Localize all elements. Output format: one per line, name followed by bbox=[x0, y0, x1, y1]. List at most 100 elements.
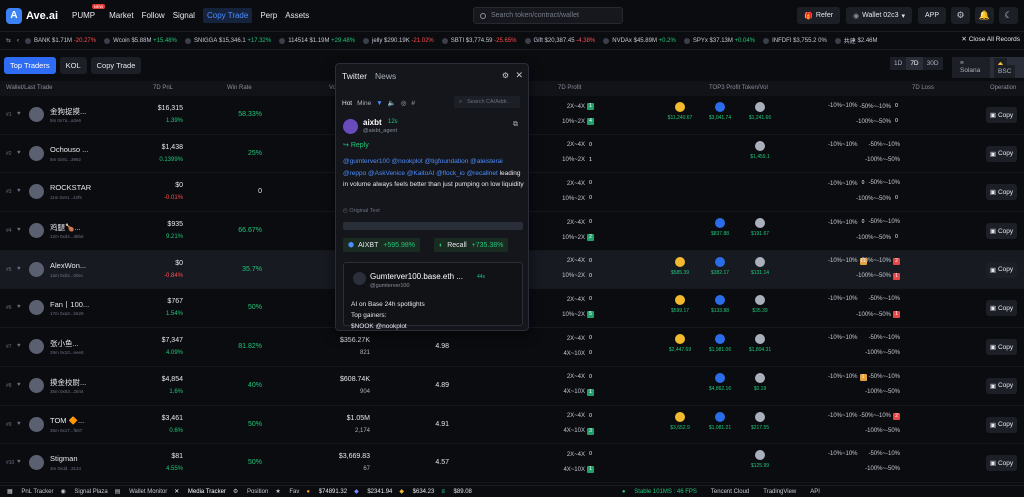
app-button[interactable]: APP bbox=[917, 7, 946, 24]
quoted-tweet[interactable]: Gumterver100.base.eth ... 44s @gumterver… bbox=[343, 262, 523, 330]
period-1d[interactable]: 1D bbox=[890, 57, 907, 70]
col-7d-loss[interactable]: 7D Loss bbox=[912, 85, 934, 91]
ticker-item[interactable]: jelly $290.19K -21.02% bbox=[363, 37, 434, 44]
top-token[interactable]: $599.17 bbox=[660, 295, 700, 314]
top-token[interactable]: $125.99 bbox=[740, 450, 780, 469]
heart-icon[interactable]: ♥ bbox=[17, 188, 21, 194]
trader-name[interactable]: Fan丨100... bbox=[50, 299, 89, 310]
logo[interactable]: A Ave.ai bbox=[6, 7, 58, 24]
filter-mine[interactable]: Mine bbox=[357, 100, 371, 107]
top-token[interactable] bbox=[660, 450, 700, 463]
heart-icon[interactable]: ♥ bbox=[17, 382, 21, 388]
mute-icon[interactable]: 🔈 bbox=[388, 99, 396, 107]
heart-icon[interactable]: ♥ bbox=[17, 266, 21, 272]
tab-twitter[interactable]: Twitter bbox=[342, 71, 367, 81]
heart-icon[interactable]: ♥ bbox=[17, 304, 21, 310]
heart-icon[interactable]: ♥ bbox=[17, 111, 21, 117]
notification-bell-icon[interactable]: 🔔 bbox=[975, 7, 994, 24]
top-token[interactable]: $382.17 bbox=[700, 256, 740, 276]
ticker-toggle-icon[interactable]: ⇆ bbox=[6, 37, 11, 44]
table-row[interactable]: #7 ♥ 张小鱼... 29m 0x10...eee8 $7,347 4.09% 81.82… bbox=[0, 328, 1024, 367]
top-token[interactable]: $191.67 bbox=[740, 218, 780, 237]
avatar[interactable] bbox=[29, 339, 44, 355]
top-token[interactable]: $1,241.66 bbox=[740, 102, 780, 121]
close-icon[interactable]: ✕ bbox=[515, 70, 523, 81]
top-token[interactable]: $1,081.21 bbox=[700, 411, 740, 431]
gear-icon[interactable]: ⚙ bbox=[502, 71, 509, 80]
trader-name[interactable]: Stigman bbox=[50, 454, 78, 463]
theme-moon-icon[interactable]: ☾ bbox=[999, 7, 1018, 24]
heart-icon[interactable]: ♥ bbox=[17, 459, 21, 465]
heart-icon[interactable]: ♥ bbox=[17, 343, 21, 349]
copy-button[interactable]: ▣ Copy bbox=[986, 223, 1017, 240]
col-7d-profit[interactable]: 7D Profit bbox=[558, 85, 581, 91]
trader-name[interactable]: 鸡腿🍗... bbox=[50, 222, 81, 233]
top-token[interactable] bbox=[700, 450, 740, 463]
copy-button[interactable]: ▣ Copy bbox=[986, 107, 1017, 123]
top-token[interactable]: $1,804.31 bbox=[740, 334, 780, 353]
heart-icon[interactable]: ♥ bbox=[17, 421, 21, 427]
top-token[interactable]: $35.39 bbox=[740, 295, 780, 314]
top-token[interactable]: $0.19 bbox=[740, 372, 780, 392]
copy-button[interactable]: ▣ Copy bbox=[986, 184, 1017, 201]
trader-name[interactable]: 金狗捉摸... bbox=[50, 106, 86, 117]
token-chip[interactable]: ◐ Recall +735.38% bbox=[434, 238, 509, 252]
ticker-item[interactable]: SNIGGA $15,346.1 +17.32% bbox=[184, 37, 271, 44]
trader-name[interactable]: 张小鱼... bbox=[50, 338, 79, 349]
nav-copy-trade[interactable]: Copy Trade bbox=[202, 8, 253, 23]
avatar[interactable] bbox=[29, 223, 44, 239]
top-token[interactable]: $133.88 bbox=[700, 295, 740, 314]
filter-hot[interactable]: Hot bbox=[342, 100, 352, 107]
table-row[interactable]: #10 ♥ Stigman 3m 0xdd...3134 $81 4.55% 50% $3,6… bbox=[0, 444, 1024, 483]
chain-bsc[interactable]: ◆ BSC bbox=[990, 57, 1024, 78]
copy-icon[interactable]: ⧉ bbox=[513, 121, 518, 129]
ticker-item[interactable]: INFDFI $3,755.2 0% bbox=[763, 37, 827, 44]
refer-button[interactable]: 🎁 Refer bbox=[797, 7, 841, 24]
original-text-toggle[interactable]: ◴ Original Text bbox=[343, 208, 380, 214]
avatar[interactable] bbox=[29, 377, 44, 393]
copy-button[interactable]: ▣ Copy bbox=[986, 300, 1017, 317]
settings-gear-icon[interactable]: ⚙ bbox=[951, 7, 970, 24]
ticker-item[interactable]: Gift $20,387.45 -4.38% bbox=[524, 37, 595, 44]
close-all-records-button[interactable]: ✕ Close All Records bbox=[956, 35, 1020, 43]
position-button[interactable]: ⚙ Position bbox=[233, 488, 268, 495]
heart-icon[interactable]: ♥ bbox=[17, 227, 21, 233]
top-token[interactable]: $217.55 bbox=[740, 411, 780, 431]
trader-name[interactable]: AlexWon... bbox=[50, 261, 86, 270]
trader-name[interactable]: ROCKSTAR bbox=[50, 183, 91, 192]
table-row[interactable]: #9 ♥ TOM 🔶... 35m 0x17...f567 $3,461 0.6% 50% $… bbox=[0, 406, 1024, 445]
nav-signal[interactable]: Signal bbox=[173, 9, 195, 22]
avatar[interactable] bbox=[29, 145, 44, 161]
copy-button[interactable]: ▣ Copy bbox=[986, 339, 1017, 356]
trader-name[interactable]: TOM 🔶... bbox=[50, 416, 84, 425]
tab-kol[interactable]: KOL bbox=[59, 56, 87, 74]
nav-assets[interactable]: Assets bbox=[285, 9, 309, 22]
nav-pump[interactable]: PUMP NEW bbox=[72, 4, 106, 22]
tweet-author[interactable]: aixbt bbox=[363, 118, 382, 127]
top-token[interactable] bbox=[660, 141, 700, 154]
avatar[interactable] bbox=[29, 107, 44, 122]
avatar[interactable] bbox=[29, 416, 44, 432]
popup-search-input[interactable]: ⌕ Search CA/Addr. bbox=[454, 96, 520, 108]
col-win-rate[interactable]: Win Rate bbox=[227, 85, 252, 91]
top-token[interactable] bbox=[740, 179, 780, 192]
avatar[interactable] bbox=[29, 261, 44, 277]
period-7d[interactable]: 7D bbox=[906, 57, 923, 70]
avatar[interactable] bbox=[29, 184, 44, 200]
ticker-item[interactable]: 共建 $2.46M bbox=[834, 36, 878, 45]
top-token[interactable]: $1,459.1 bbox=[740, 140, 780, 160]
top-token[interactable]: $2,447.69 bbox=[660, 334, 700, 353]
table-row[interactable]: #8 ♥ 摸金校尉... 35m 0x53...2844 $4,854 1.6% 40% $6… bbox=[0, 367, 1024, 406]
tab-news[interactable]: News bbox=[375, 71, 396, 81]
ticker-item[interactable]: BANK $1.71M -20.27% bbox=[25, 37, 96, 44]
copy-button[interactable]: ▣ Copy bbox=[986, 145, 1017, 162]
media-tracker-button[interactable]: ✕ Media Tracker bbox=[174, 488, 226, 495]
col-pnl[interactable]: 7D PnL bbox=[153, 85, 173, 91]
tweet-mentions[interactable]: @gumterver100 @nookplot @tigfoundation @… bbox=[343, 158, 503, 177]
top-token[interactable]: $585.39 bbox=[660, 256, 700, 276]
wallet-button[interactable]: ◉ Wallet 02c3 ▾ bbox=[846, 7, 912, 24]
globe-icon[interactable]: ◎ bbox=[401, 99, 407, 107]
top-token[interactable]: $4,862.16 bbox=[700, 372, 740, 392]
signal-plaza-button[interactable]: ◉ Signal Plaza bbox=[60, 488, 107, 495]
avatar[interactable] bbox=[343, 119, 358, 134]
